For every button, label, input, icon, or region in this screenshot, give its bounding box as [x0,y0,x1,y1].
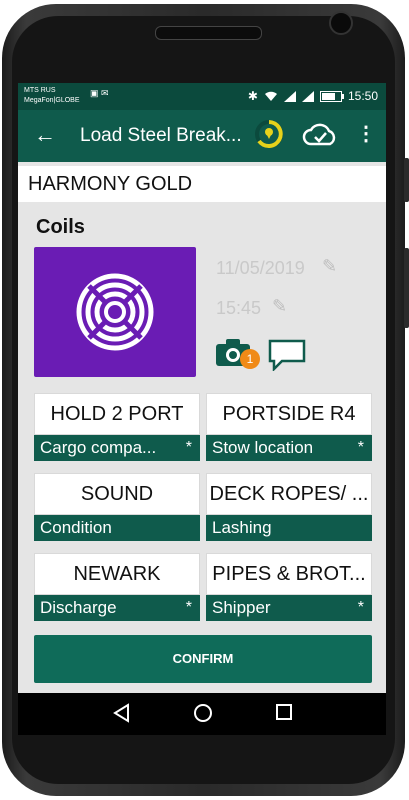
vessel-name: HARMONY GOLD [28,173,193,195]
home-nav-icon[interactable] [193,703,213,723]
image-notification-icon: ▣ [90,88,99,98]
field-label: Stow location [212,438,314,457]
field-cargo-compartment[interactable]: HOLD 2 PORT Cargo compa... * [34,393,200,463]
field-label: Condition [40,518,112,537]
field-label-bar: Stow location * [206,435,372,461]
battery-icon [319,90,344,102]
field-stow-location[interactable]: PORTSIDE R4 Stow location * [206,393,372,463]
timer-icon[interactable] [254,119,284,149]
field-value: NEWARK [34,553,200,595]
system-nav-bar [18,693,386,735]
field-label-bar: Shipper * [206,595,372,621]
speaker-grille [155,26,262,40]
required-marker: * [185,439,192,456]
field-discharge[interactable]: NEWARK Discharge * [34,553,200,623]
mail-icon: ✉ [101,88,109,98]
operators: MTS RUS MegaFon|GLOBE [24,86,80,106]
field-lashing[interactable]: DECK ROPES/ ... Lashing [206,473,372,543]
confirm-button[interactable]: CONFIRM [34,635,372,683]
required-marker: * [185,599,192,616]
app-bar: ← Load Steel Break... ⋮ [18,110,386,162]
field-value: DECK ROPES/ ... [206,473,372,515]
edit-time-icon[interactable]: ✎ [272,296,287,317]
status-right: ✱ 15:50 [248,89,378,103]
signal-icon-2 [301,90,314,102]
clock: 15:50 [347,89,378,103]
field-label: Shipper [212,598,271,617]
field-label-bar: Lashing [206,515,372,541]
field-label: Lashing [212,518,272,537]
front-camera [329,11,353,35]
back-nav-icon[interactable] [112,703,130,723]
field-label: Discharge [40,598,117,617]
coil-icon [76,273,154,351]
field-label-bar: Cargo compa... * [34,435,200,461]
recents-nav-icon[interactable] [275,703,293,721]
field-shipper[interactable]: PIPES & BROT... Shipper * [206,553,372,623]
screen: MTS RUS MegaFon|GLOBE ▣ ✉ ✱ 15:50 ← Load… [18,83,386,693]
required-marker: * [357,599,364,616]
signal-icon-1 [283,90,296,102]
vessel-name-bar: HARMONY GOLD [18,166,386,202]
field-condition[interactable]: SOUND Condition [34,473,200,543]
field-label-bar: Discharge * [34,595,200,621]
cloud-check-icon[interactable] [302,120,338,150]
field-label-bar: Condition [34,515,200,541]
operator-1: MTS RUS [24,87,56,94]
page-title: Load Steel Break... [80,125,242,146]
field-label: Cargo compa... [40,438,157,457]
field-value: PIPES & BROT... [206,553,372,595]
status-bar: MTS RUS MegaFon|GLOBE ▣ ✉ ✱ 15:50 [18,83,386,110]
notification-icons: ▣ ✉ [90,88,109,99]
volume-button [404,158,409,202]
field-value: SOUND [34,473,200,515]
coils-image[interactable] [34,247,196,377]
battery-fill [321,92,335,100]
field-value: PORTSIDE R4 [206,393,372,435]
cargo-type-heading: Coils [36,216,85,238]
photo-count-badge: 1 [240,349,260,369]
more-vert-icon[interactable]: ⋮ [356,122,376,146]
edit-date-icon[interactable]: ✎ [322,256,337,277]
wifi-icon [264,91,277,101]
bluetooth-icon: ✱ [247,89,258,103]
arrow-left-icon[interactable]: ← [34,122,56,148]
power-button [404,248,409,328]
comment-icon[interactable] [268,339,306,371]
required-marker: * [357,439,364,456]
field-value: HOLD 2 PORT [34,393,200,435]
operator-2: MegaFon|GLOBE [24,97,80,104]
time-value[interactable]: 15:45 [216,298,261,319]
date-value[interactable]: 11/05/2019 [216,258,305,279]
